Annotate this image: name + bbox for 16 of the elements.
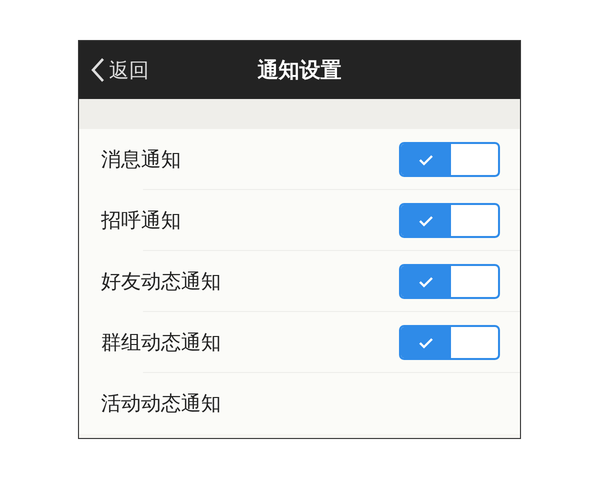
chevron-left-icon [91,57,105,83]
setting-label: 好友动态通知 [101,268,221,295]
toggle-switch[interactable] [399,142,500,177]
check-icon [418,154,434,166]
page-title: 通知设置 [258,58,342,82]
toggle-switch[interactable] [399,203,500,238]
setting-label: 群组动态通知 [101,329,221,356]
toggle-switch[interactable] [399,264,500,299]
setting-label: 消息通知 [101,146,181,173]
check-icon [418,276,434,288]
setting-label: 招呼通知 [101,207,181,234]
toggle-switch[interactable] [399,325,500,360]
check-icon [418,336,434,348]
check-icon [418,214,434,226]
setting-label: 活动动态通知 [101,390,221,417]
back-button[interactable]: 返回 [79,56,149,84]
